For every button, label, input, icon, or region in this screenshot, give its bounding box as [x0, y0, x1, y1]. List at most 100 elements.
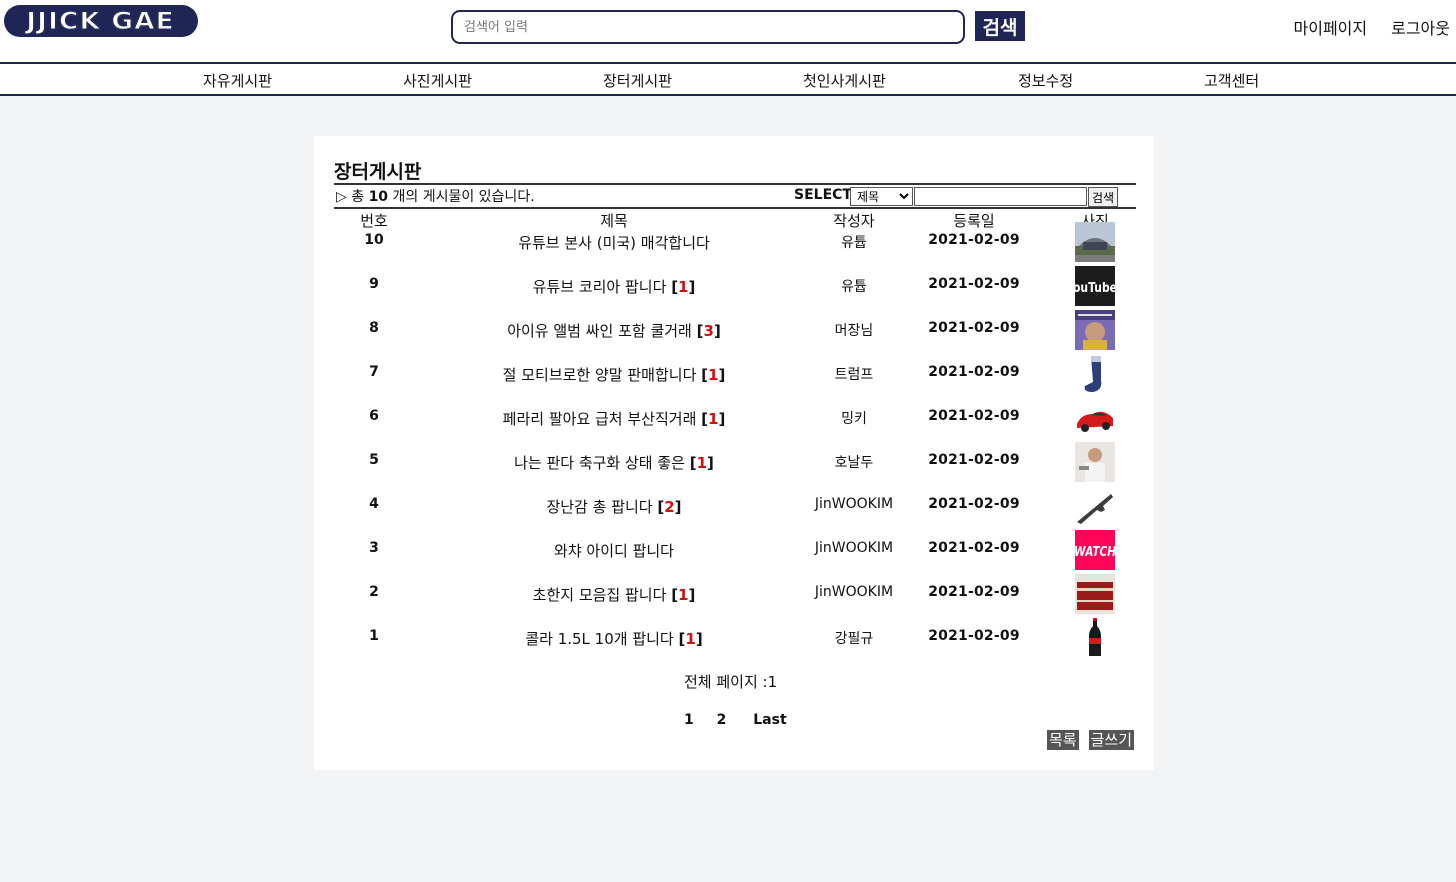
main-nav: 자유게시판 사진게시판 장터게시판 첫인사게시판 정보수정 고객센터	[0, 62, 1456, 96]
search-button[interactable]: 검색	[975, 11, 1025, 41]
write-button[interactable]: 글쓰기	[1088, 730, 1135, 750]
col-title: 제목	[600, 212, 628, 230]
total-pages: 전체 페이지 :1	[684, 673, 778, 691]
post-title-cell[interactable]: 와챠 아이디 팝니다	[414, 539, 814, 583]
comment-count: [1]	[671, 586, 696, 604]
table-row[interactable]: 5 나는 판다 축구화 상태 좋은 [1] 호날두 2021-02-09	[334, 442, 1136, 495]
post-title-cell[interactable]: 아이유 앨범 싸인 포함 쿨거래 [3]	[414, 319, 814, 363]
board-info-bar: ▷ 총 10 개의 게시물이 있습니다. SELECT 제목 검색	[334, 183, 1136, 209]
table-header-row: 번호 제목 작성자 등록일 사진	[334, 210, 1136, 231]
post-number: 8	[369, 320, 379, 336]
post-author: 강필규	[834, 631, 874, 647]
post-number: 10	[364, 232, 384, 248]
watcha-logo-photo[interactable]: WATCH	[1075, 530, 1115, 570]
table-row[interactable]: 4 장난감 총 팝니다 [2] JinWOOKIM 2021-02-09	[334, 486, 1136, 539]
post-date: 2021-02-09	[928, 320, 1020, 336]
sock-photo[interactable]	[1075, 354, 1115, 394]
board-search-button[interactable]: 검색	[1088, 187, 1118, 207]
table-row[interactable]: 2 초한지 모음집 팝니다 [1] JinWOOKIM 2021-02-09	[334, 574, 1136, 627]
count-prefix: ▷ 총	[336, 189, 369, 205]
nav-market-board[interactable]: 장터게시판	[603, 70, 672, 91]
search-input[interactable]	[451, 10, 965, 44]
post-count: 10	[368, 189, 389, 205]
board-card: 장터게시판 ▷ 총 10 개의 게시물이 있습니다. SELECT 제목 검색 …	[314, 136, 1154, 770]
book-set-photo[interactable]	[1075, 574, 1115, 614]
car-photo[interactable]	[1075, 398, 1115, 438]
table-row[interactable]: 9 유튜브 코리아 팝니다 [1] 유튭 2021-02-09 ouTube	[334, 266, 1136, 319]
cola-bottle-photo[interactable]	[1075, 618, 1115, 658]
nav-photo-board[interactable]: 사진게시판	[403, 70, 472, 91]
post-title-cell[interactable]: 콜라 1.5L 10개 팝니다 [1]	[414, 627, 814, 671]
post-title-cell[interactable]: 절 모티브로한 양말 판매합니다 [1]	[414, 363, 814, 407]
nav-greeting-board[interactable]: 첫인사게시판	[803, 70, 886, 91]
person-photo[interactable]	[1075, 442, 1115, 482]
post-title[interactable]: 초한지 모음집 팝니다	[533, 586, 667, 604]
logo-text: JJICK GAE	[26, 7, 176, 36]
youtube-logo-photo[interactable]: ouTube	[1075, 266, 1115, 306]
album-photo[interactable]	[1075, 310, 1115, 350]
pagination: 1 2 Last	[684, 712, 805, 728]
board-actions: 목록 글쓰기	[1047, 730, 1135, 750]
post-date: 2021-02-09	[928, 364, 1020, 380]
table-row[interactable]: 10 유튜브 본사 (미국) 매각합니다 유튭 2021-02-09	[334, 222, 1136, 275]
comment-count: [1]	[701, 410, 726, 428]
comment-count: [1]	[671, 278, 696, 296]
post-date: 2021-02-09	[928, 276, 1020, 292]
post-author: 유튭	[841, 235, 867, 251]
toy-gun-photo[interactable]	[1075, 486, 1115, 526]
post-author: 호날두	[834, 455, 874, 471]
post-date: 2021-02-09	[928, 628, 1020, 644]
nav-free-board[interactable]: 자유게시판	[203, 70, 272, 91]
post-date: 2021-02-09	[928, 452, 1020, 468]
search-field-select[interactable]: 제목	[850, 187, 913, 206]
post-title[interactable]: 아이유 앨범 싸인 포함 쿨거래	[507, 322, 692, 340]
post-author: 트럼프	[834, 367, 874, 383]
post-title[interactable]: 장난감 총 팝니다	[546, 498, 652, 516]
post-date: 2021-02-09	[928, 584, 1020, 600]
post-title-cell[interactable]: 나는 판다 축구화 상태 좋은 [1]	[414, 451, 814, 495]
mypage-link[interactable]: 마이페이지	[1294, 15, 1368, 39]
post-title[interactable]: 절 모티브로한 양말 판매합니다	[503, 366, 697, 384]
post-number: 9	[369, 276, 379, 292]
post-number: 4	[369, 496, 379, 512]
post-author: 머장님	[834, 323, 874, 339]
site-logo[interactable]: JJICK GAE	[4, 5, 198, 37]
post-title[interactable]: 유튜브 코리아 팝니다	[533, 278, 667, 296]
table-row[interactable]: 1 콜라 1.5L 10개 팝니다 [1] 강필규 2021-02-09	[334, 618, 1136, 671]
post-title[interactable]: 페라리 팔아요 급처 부산직거래	[503, 410, 697, 428]
post-number: 7	[369, 364, 379, 380]
post-title[interactable]: 나는 판다 축구화 상태 좋은	[514, 454, 690, 472]
col-author: 작성자	[833, 212, 875, 230]
table-row[interactable]: 6 페라리 팔아요 급처 부산직거래 [1] 밍키 2021-02-09	[334, 398, 1136, 451]
page-1-link[interactable]: 1	[684, 712, 694, 728]
post-author: JinWOOKIM	[814, 540, 894, 556]
post-author: JinWOOKIM	[814, 584, 894, 600]
post-date: 2021-02-09	[928, 408, 1020, 424]
logout-link[interactable]: 로그아웃	[1391, 15, 1450, 39]
count-suffix: 개의 게시물이 있습니다.	[388, 189, 535, 205]
col-date: 등록일	[953, 212, 995, 230]
page-2-link[interactable]: 2	[717, 712, 727, 728]
nav-edit-profile[interactable]: 정보수정	[1018, 70, 1073, 91]
building-photo[interactable]	[1075, 222, 1115, 262]
post-title-cell[interactable]: 유튜브 코리아 팝니다 [1]	[414, 275, 814, 319]
post-title-cell[interactable]: 유튜브 본사 (미국) 매각합니다	[414, 231, 814, 275]
comment-count: [1]	[678, 630, 703, 648]
board-search-input[interactable]	[914, 187, 1087, 206]
post-title-cell[interactable]: 초한지 모음집 팝니다 [1]	[414, 583, 814, 627]
table-row[interactable]: 8 아이유 앨범 싸인 포함 쿨거래 [3] 머장님 2021-02-09	[334, 310, 1136, 363]
post-title-cell[interactable]: 페라리 팔아요 급처 부산직거래 [1]	[414, 407, 814, 451]
post-title-cell[interactable]: 장난감 총 팝니다 [2]	[414, 495, 814, 539]
select-label: SELECT	[794, 187, 852, 203]
last-page-link[interactable]: Last	[753, 712, 786, 728]
list-button[interactable]: 목록	[1047, 730, 1079, 750]
post-title[interactable]: 콜라 1.5L 10개 팝니다	[525, 630, 673, 648]
post-title[interactable]: 유튜브 본사 (미국) 매각합니다	[518, 234, 710, 252]
table-row[interactable]: 7 절 모티브로한 양말 판매합니다 [1] 트럼프 2021-02-09	[334, 354, 1136, 407]
post-title[interactable]: 와챠 아이디 팝니다	[554, 542, 674, 560]
post-author: 밍키	[841, 411, 867, 427]
post-date: 2021-02-09	[928, 496, 1020, 512]
nav-customer-center[interactable]: 고객센터	[1204, 70, 1259, 91]
top-header: JJICK GAE 검색 마이페이지 로그아웃	[0, 0, 1456, 62]
table-row[interactable]: 3 와챠 아이디 팝니다 JinWOOKIM 2021-02-09 WATCH	[334, 530, 1136, 583]
